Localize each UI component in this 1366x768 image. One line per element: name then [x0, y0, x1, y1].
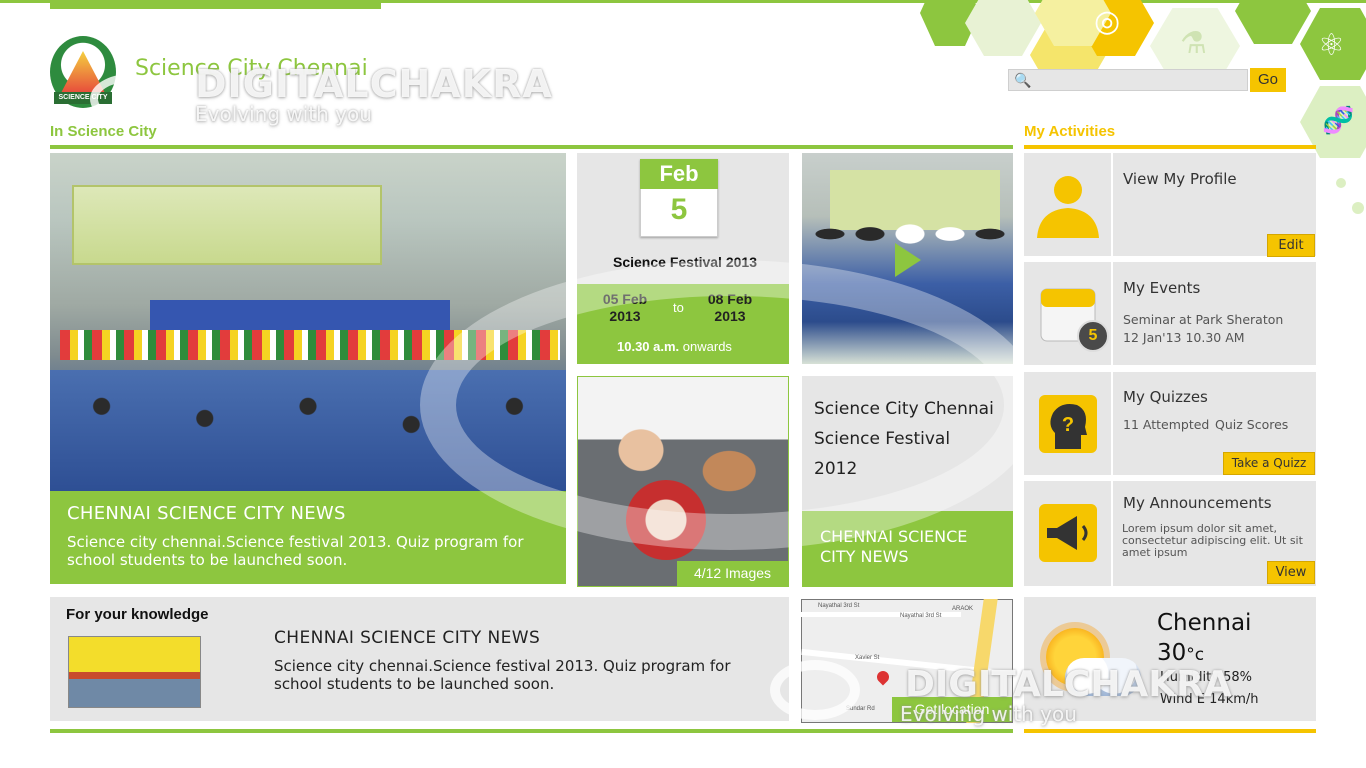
orbit-icon: ◎	[1094, 5, 1121, 38]
watermark-logo-ring	[90, 74, 170, 124]
search-box[interactable]	[1008, 69, 1248, 91]
memento-plate	[626, 480, 706, 560]
event-item-date: 12 Jan'13 10.30 AM	[1123, 330, 1245, 345]
knowledge-heading: For your knowledge	[66, 606, 209, 623]
event-time-value: 10.30 a.m.	[617, 339, 680, 354]
watermark-tagline: Evolving with you	[195, 102, 372, 126]
atom-icon: ⚛	[1318, 29, 1345, 62]
section-title-in-science-city: In Science City	[50, 123, 157, 140]
watermark-logo-ring	[770, 660, 860, 720]
map-label: Xavier St	[855, 655, 880, 661]
edit-profile-button[interactable]: Edit	[1267, 234, 1315, 257]
event-start-date: 05 Feb 2013	[602, 291, 648, 324]
activity-divider	[1111, 372, 1113, 475]
quizzes-attempted: 11 Attempted	[1123, 417, 1210, 432]
event-date-separator: to	[673, 300, 684, 315]
weather-temperature: 30°c	[1157, 640, 1204, 666]
article-news-link[interactable]: CHENNAI SCIENCE CITY NEWS	[802, 511, 1013, 587]
search-go-button[interactable]: Go	[1250, 68, 1286, 92]
dna-icon: 🧬	[1322, 105, 1355, 135]
play-icon[interactable]	[895, 243, 921, 277]
top-accent-bar	[50, 0, 381, 9]
event-time: 10.30 a.m. onwards	[617, 339, 732, 354]
main-news-body: Science city chennai.Science festival 20…	[67, 533, 524, 569]
main-news-title: CHENNAI SCIENCE CITY NEWS	[67, 503, 346, 524]
section-title-my-activities: My Activities	[1024, 123, 1116, 140]
section-divider	[1024, 145, 1316, 149]
article-line-3: 2012	[814, 459, 858, 479]
event-title: Science Festival 2013	[613, 254, 757, 270]
knowledge-image[interactable]	[68, 636, 201, 708]
activity-events-title: My Events	[1123, 279, 1201, 297]
megaphone-icon	[1024, 481, 1112, 584]
events-count-badge: 5	[1077, 320, 1109, 352]
activity-announcements-title: My Announcements	[1123, 494, 1272, 512]
audience	[50, 370, 566, 491]
event-end-date: 08 Feb 2013	[707, 291, 753, 324]
flask-icon: ⚗	[1180, 27, 1207, 60]
watermark-tagline: Evolving with you	[900, 702, 1077, 726]
footer-divider	[1024, 729, 1316, 733]
calendar-day: 5	[670, 193, 688, 226]
activity-profile-title: View My Profile	[1123, 170, 1237, 188]
event-item-name: Seminar at Park Sheraton	[1123, 312, 1284, 327]
watermark-text: DIGITALCHAKRA	[195, 62, 553, 106]
article-line-2: Science Festival	[814, 429, 951, 449]
weather-city: Chennai	[1157, 610, 1252, 636]
temperature-value: 30	[1157, 640, 1187, 666]
view-announcements-button[interactable]: View	[1267, 561, 1315, 584]
quiz-scores-link[interactable]: Quiz Scores	[1215, 416, 1288, 433]
svg-text:?: ?	[1062, 414, 1074, 436]
announcement-text: Lorem ipsum dolor sit amet, consectetur …	[1122, 522, 1303, 559]
activity-quizzes-title: My Quizzes	[1123, 388, 1208, 406]
watermark-text: DIGITALCHAKRA	[905, 664, 1232, 705]
map-label: ARAOK	[952, 606, 974, 612]
take-quiz-button[interactable]: Take a Quizz	[1223, 452, 1315, 475]
gallery-count: 4/12 Images	[677, 561, 788, 586]
map-label: Nayathal 3rd St	[900, 613, 942, 619]
inauguration-banner	[72, 185, 382, 265]
search-icon: 🔍	[1014, 72, 1032, 88]
knowledge-title: CHENNAI SCIENCE CITY NEWS	[274, 628, 541, 648]
event-time-suffix: onwards	[682, 339, 732, 354]
main-news-card[interactable]: CHENNAI SCIENCE CITY NEWS Science city c…	[50, 491, 566, 584]
section-divider	[50, 145, 1013, 149]
quiz-head-icon: ?	[1024, 372, 1112, 475]
activity-divider	[1111, 262, 1113, 365]
temperature-unit: °c	[1186, 645, 1205, 665]
activity-divider	[1111, 153, 1113, 256]
activity-divider	[1111, 481, 1113, 586]
article-line-1: Science City Chennai	[814, 399, 994, 419]
user-icon	[1024, 153, 1112, 256]
footer-divider	[50, 729, 1013, 733]
calendar-month: Feb	[640, 159, 718, 189]
flower-decoration	[60, 330, 560, 360]
article-tile[interactable]: Science City Chennai Science Festival 20…	[802, 376, 1013, 511]
map-label: Nayathal 3rd St	[818, 603, 860, 609]
knowledge-body: Science city chennai.Science festival 20…	[274, 657, 731, 693]
search-input[interactable]	[1009, 70, 1247, 90]
